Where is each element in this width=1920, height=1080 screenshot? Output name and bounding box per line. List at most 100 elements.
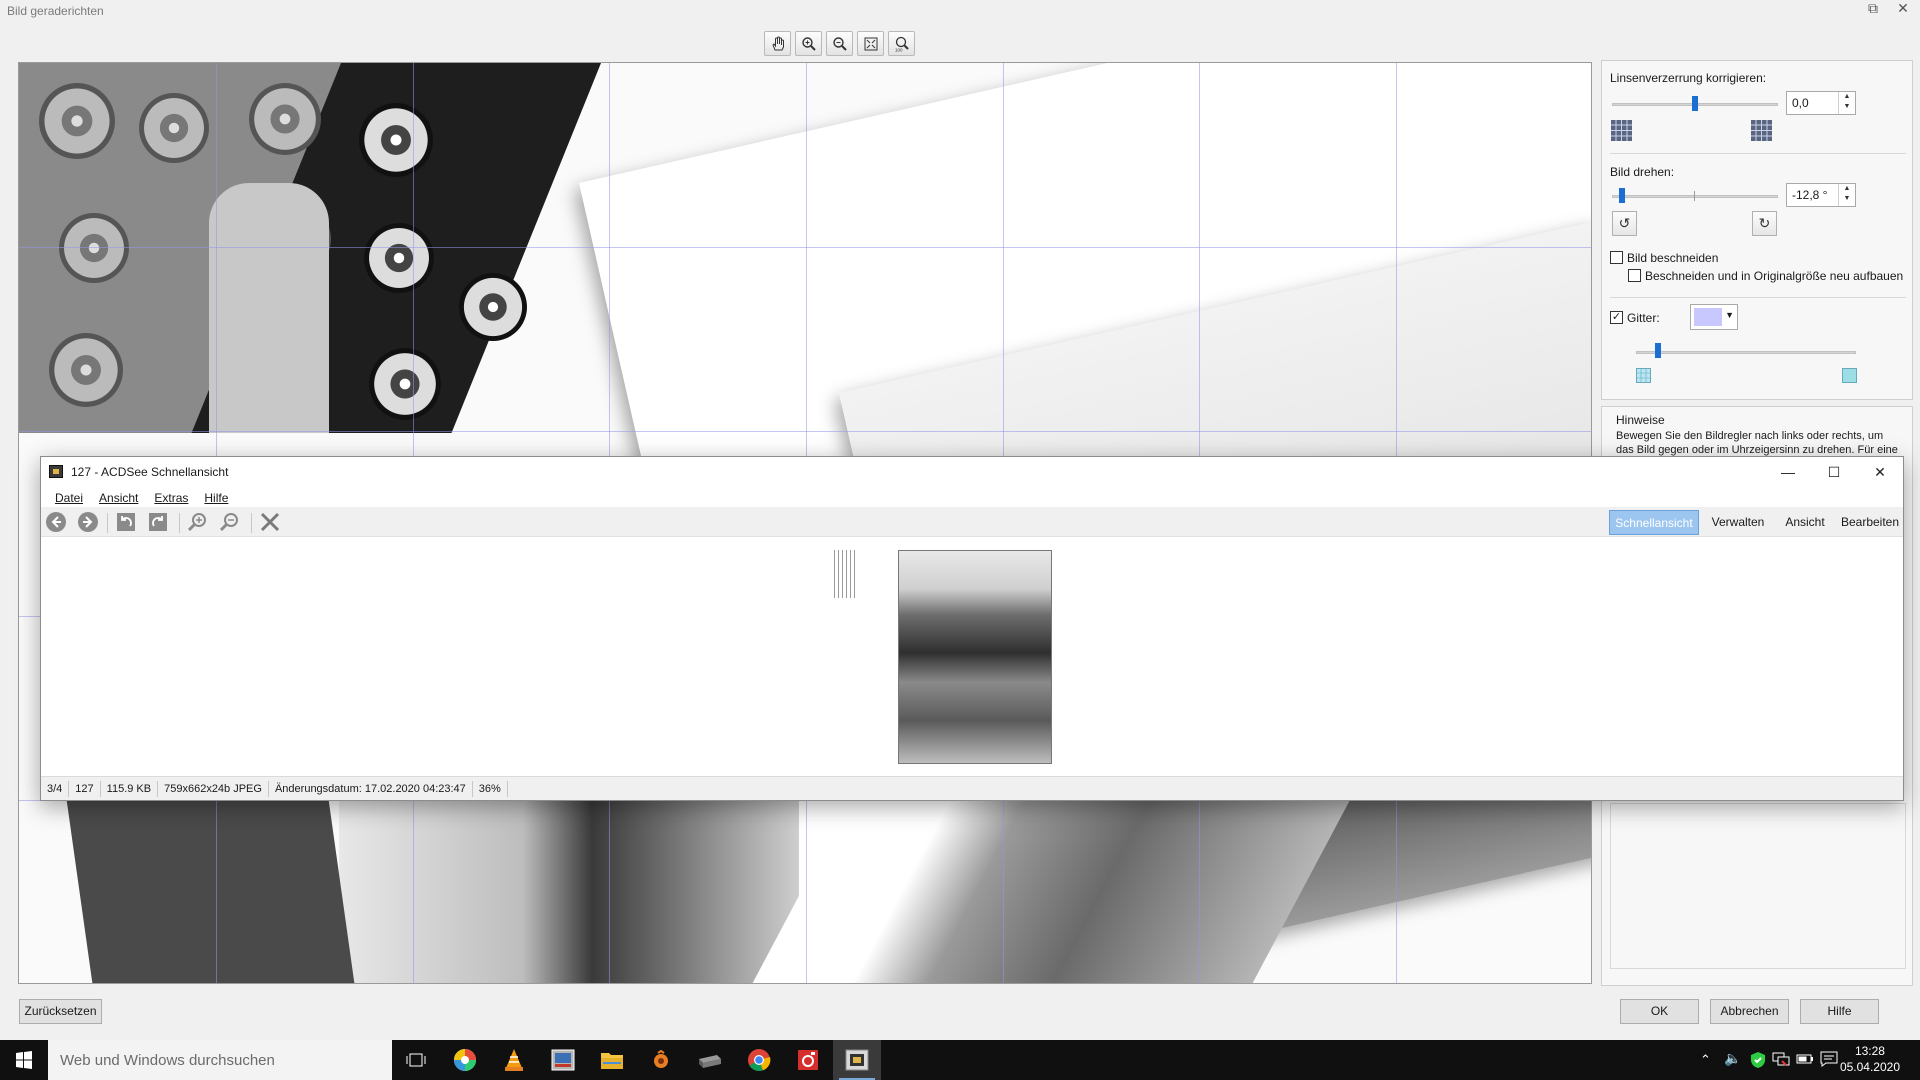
windows-icon [16,1051,32,1069]
taskbar-app-red[interactable] [784,1040,832,1080]
zoom-in-icon[interactable] [187,511,209,533]
vlc-icon [505,1049,523,1071]
acdsee-titlebar: 127 - ACDSee Schnellansicht — ☐ ✕ [41,457,1903,487]
grid-checkbox[interactable]: ✓ [1610,311,1623,324]
tab-schnellansicht[interactable]: Schnellansicht [1609,510,1699,535]
reset-button[interactable]: Zurücksetzen [19,999,102,1024]
crop-checkbox[interactable] [1610,251,1623,264]
network-icon[interactable] [1772,1051,1790,1067]
notification-icon[interactable] [1820,1051,1838,1067]
start-button[interactable] [0,1040,48,1080]
camera-app-icon [798,1050,818,1070]
fit-icon [864,37,877,50]
barrel-distortion-icon[interactable] [1610,119,1633,142]
actual-size-button[interactable]: 100 [888,31,915,56]
taskbar-app-orange[interactable] [637,1040,685,1080]
fit-to-window-button[interactable] [857,31,884,56]
crop-restore-checkbox[interactable] [1628,269,1641,282]
cancel-button[interactable]: Abbrechen [1710,999,1789,1024]
separator [1610,153,1906,154]
rotate-value: -12,8 ° [1792,188,1828,202]
close-icon[interactable]: ✕ [1896,0,1910,17]
back-icon[interactable] [45,511,67,533]
wheel-graphic [459,273,527,341]
taskbar-app-explorer[interactable] [588,1040,636,1080]
hand-tool-button[interactable] [764,31,791,56]
acdsee-menubar: Datei Ansicht Extras Hilfe [47,487,236,507]
forward-icon[interactable] [77,511,99,533]
acdsee-statusbar: 3/4 127 115.9 KB 759x662x24b JPEG Änderu… [41,776,1903,800]
delete-icon[interactable] [259,511,281,533]
chrome-icon [748,1049,771,1072]
acdsee-title: 127 - ACDSee Schnellansicht [71,465,229,479]
rotate-left-icon[interactable] [115,511,137,533]
taskbar-search[interactable]: Web und Windows durchsuchen [48,1040,392,1080]
task-view-button[interactable] [392,1040,440,1080]
status-dimensions: 759x662x24b JPEG [158,780,269,797]
menu-extras[interactable]: Extras [146,487,196,507]
lens-correction-label: Linsenverzerrung korrigieren: [1610,71,1767,85]
hints-title: Hinweise [1616,413,1665,427]
grid-size-slider-thumb[interactable] [1655,343,1661,358]
menu-datei[interactable]: Datei [47,487,91,507]
hints-text: Bewegen Sie den Bildregler nach links od… [1616,430,1898,456]
wheel-graphic [249,83,321,155]
volume-icon[interactable]: 🔈 [1724,1050,1741,1067]
rotate-label: Bild drehen: [1610,165,1675,179]
taskbar-clock[interactable]: 13:28 05.04.2020 [1840,1043,1900,1075]
grid-label: Gitter: [1627,311,1660,325]
restore-icon[interactable]: ⧉ [1866,0,1880,17]
minimize-icon[interactable]: — [1765,457,1811,487]
taskbar-app-photos[interactable] [539,1040,587,1080]
zoom-in-icon [801,36,816,51]
taskbar-app-scanner[interactable] [686,1040,734,1080]
lens-value: 0,0 [1792,96,1809,110]
rotate-value-field[interactable]: -12,8 ° ▲ ▼ [1786,183,1856,207]
taskbar-app-chrome[interactable] [735,1040,783,1080]
lens-value-field[interactable]: 0,0 ▲ ▼ [1786,91,1856,115]
zoom-in-button[interactable] [795,31,822,56]
grid-size-slider[interactable] [1636,351,1856,354]
picasa-icon [454,1049,476,1071]
wheel-graphic [369,348,441,420]
grid-color-picker[interactable]: ▼ [1690,304,1738,330]
ok-button[interactable]: OK [1620,999,1699,1024]
rotate-slider-thumb[interactable] [1618,188,1625,203]
zoom-out-icon[interactable] [219,511,241,533]
menu-ansicht[interactable]: Ansicht [91,487,146,507]
zoom-out-button[interactable] [826,31,853,56]
spin-arrows-icon[interactable]: ▲ ▼ [1838,92,1855,114]
tab-bearbeiten[interactable]: Bearbeiten [1837,510,1903,535]
shield-icon[interactable] [1750,1051,1766,1069]
spin-arrows-icon[interactable]: ▲ ▼ [1838,184,1855,206]
taskbar: Web und Windows durchsuchen ⌃ 🔈 13:28 05 [0,1040,1920,1080]
rotate-slider[interactable] [1612,195,1778,198]
help-button[interactable]: Hilfe [1800,999,1879,1024]
taskbar-app-picasa[interactable] [441,1040,489,1080]
large-grid-icon [1842,368,1857,383]
battery-icon[interactable] [1796,1052,1814,1066]
rotate-cw-icon: ↻ [1758,215,1771,231]
grid-color-swatch [1694,308,1722,326]
wheel-graphic [139,93,209,163]
hand-icon [771,36,784,50]
taskbar-app-vlc[interactable] [490,1040,538,1080]
rotate-left-button[interactable]: ↺ [1612,211,1637,236]
photo-lower-left [64,783,356,983]
rotate-right-button[interactable]: ↻ [1752,211,1777,236]
tab-ansicht[interactable]: Ansicht [1777,510,1833,535]
close-icon[interactable]: ✕ [1857,457,1903,487]
chevron-up-icon[interactable]: ⌃ [1700,1052,1711,1068]
image-thumbnail [898,550,1052,764]
menu-hilfe[interactable]: Hilfe [196,487,236,507]
clock-time: 13:28 [1854,1044,1885,1058]
pincushion-distortion-icon[interactable] [1750,119,1773,142]
rotate-right-icon[interactable] [147,511,169,533]
wheel-graphic [49,333,123,407]
acdsee-image-view[interactable] [41,538,1903,776]
tab-verwalten[interactable]: Verwalten [1703,510,1773,535]
lens-slider-thumb[interactable] [1692,96,1698,111]
taskbar-app-acdsee[interactable] [833,1040,881,1080]
acdsee-quickview-window: 127 - ACDSee Schnellansicht — ☐ ✕ Datei … [40,456,1904,801]
maximize-icon[interactable]: ☐ [1811,457,1857,487]
